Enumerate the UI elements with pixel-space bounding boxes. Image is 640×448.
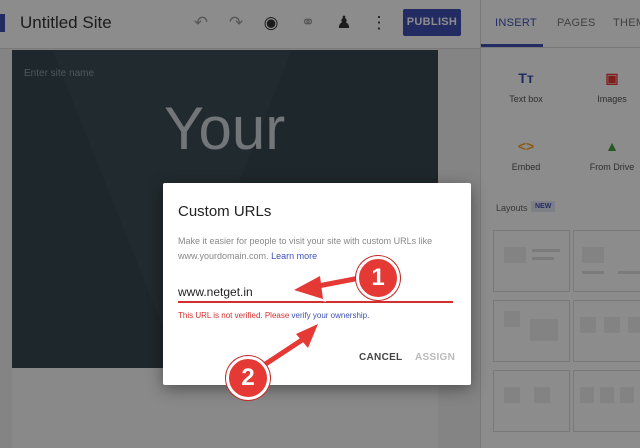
assign-button[interactable]: ASSIGN <box>415 352 455 363</box>
dialog-title: Custom URLs <box>178 203 272 220</box>
url-error-message: This URL is not verified. Please verify … <box>178 311 369 320</box>
custom-urls-dialog: Custom URLs Make it easier for people to… <box>163 183 471 385</box>
callout-badge-1: 1 <box>356 256 400 300</box>
cancel-button[interactable]: CANCEL <box>359 352 402 363</box>
callout-badge-2: 2 <box>226 356 270 400</box>
learn-more-link[interactable]: Learn more <box>271 251 317 261</box>
verify-ownership-link[interactable]: verify your ownership. <box>292 311 370 320</box>
error-text: This URL is not verified. Please <box>178 311 290 320</box>
custom-url-input[interactable] <box>178 283 453 303</box>
dialog-description: Make it easier for people to visit your … <box>178 234 462 264</box>
